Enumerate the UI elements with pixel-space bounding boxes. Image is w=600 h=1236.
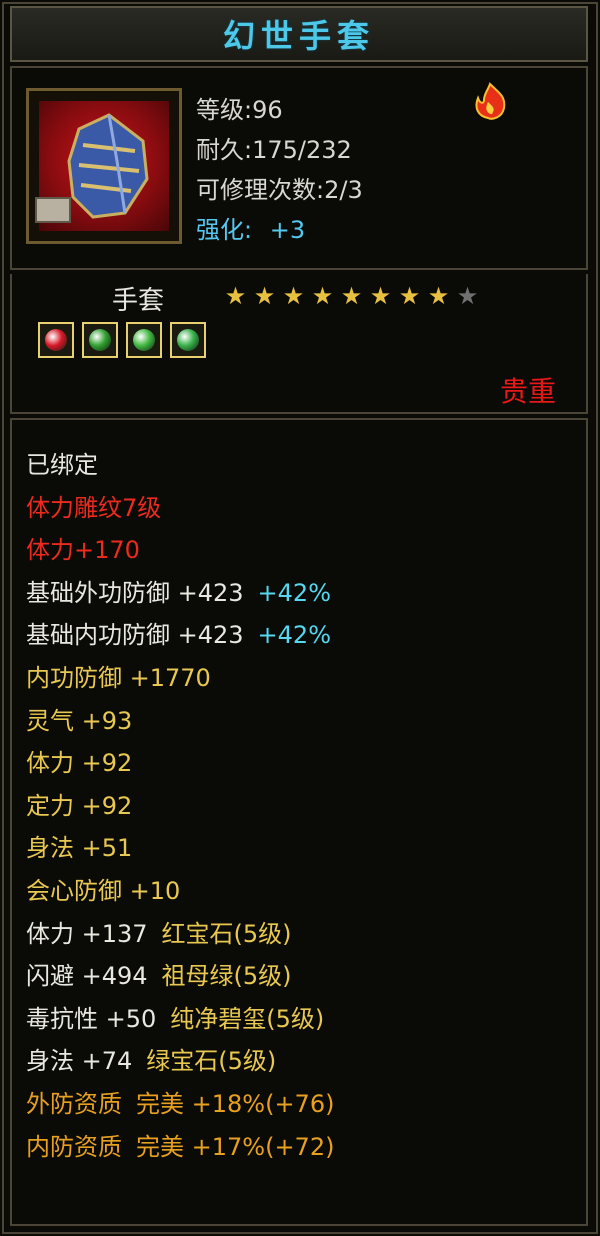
attribute-label: 体力 +137: [26, 920, 148, 948]
attribute-label: 已绑定: [26, 451, 98, 479]
gem-slot: [170, 322, 206, 358]
attribute-label: 外防资质: [26, 1090, 122, 1118]
attribute-label: 身法 +74: [26, 1047, 133, 1075]
flame-rank-icon: [470, 82, 510, 122]
item-repair-count: 可修理次数:2/3: [196, 176, 363, 204]
attribute-line: 基础外功防御 +423 +42%: [26, 578, 331, 608]
attribute-extra: +42%: [257, 621, 331, 649]
attribute-line: 内防资质 完美 +17%(+72): [26, 1132, 334, 1162]
strength-label: 强化:: [196, 216, 253, 244]
attribute-extra: 完美 +17%(+72): [136, 1133, 335, 1161]
jade-gem-icon: [177, 329, 199, 351]
attribute-extra: +42%: [257, 579, 331, 607]
item-name: 幻世手套: [222, 17, 375, 55]
title-bar: 幻世手套: [10, 6, 588, 62]
item-type: 手套: [112, 286, 165, 316]
attribute-label: 体力+170: [26, 536, 140, 564]
attribute-label: 体力雕纹7级: [26, 494, 162, 522]
attribute-label: 闪避 +494: [26, 962, 148, 990]
attribute-line: 身法 +51: [26, 833, 132, 863]
attribute-label: 内防资质: [26, 1133, 122, 1161]
attribute-line: 毒抗性 +50 纯净碧玺(5级): [26, 1004, 324, 1034]
attribute-line: 已绑定: [26, 450, 98, 480]
item-icon-frame: [26, 88, 182, 244]
attribute-line: 体力+170: [26, 535, 140, 565]
bound-lock-icon: [35, 197, 71, 223]
item-rarity: 贵重: [499, 375, 556, 408]
attribute-extra: 红宝石(5级): [161, 920, 292, 948]
attribute-line: 闪避 +494 祖母绿(5级): [26, 961, 292, 991]
attribute-line: 会心防御 +10: [26, 876, 180, 906]
ruby-gem-icon: [45, 329, 67, 351]
gem-slot: [82, 322, 118, 358]
strength-value: +3: [269, 216, 306, 244]
gauntlet-icon: [35, 101, 169, 231]
gem-slot: [126, 322, 162, 358]
item-summary: 手套 ★ ★ ★ ★ ★ ★ ★ ★ ★ 贵重: [10, 274, 588, 414]
attribute-line: 外防资质 完美 +18%(+76): [26, 1089, 334, 1119]
star-rating: ★ ★ ★ ★ ★ ★ ★ ★ ★: [222, 284, 481, 308]
attribute-label: 会心防御 +10: [26, 877, 181, 905]
attribute-label: 基础内功防御 +423: [26, 621, 244, 649]
star-lit-icon: ★: [369, 282, 392, 310]
attribute-list: 已绑定 体力雕纹7级 体力+170 基础外功防御 +423 +42% 基础内功防御 +42…: [10, 418, 588, 1226]
attribute-line: 体力雕纹7级: [26, 493, 161, 523]
star-lit-icon: ★: [253, 282, 276, 310]
item-strength: 强化: +3: [196, 210, 305, 245]
attribute-extra: 祖母绿(5级): [161, 962, 292, 990]
item-header: 等级:96 耐久:175/232 可修理次数:2/3 强化: +3: [10, 66, 588, 270]
attribute-label: 基础外功防御 +423: [26, 579, 244, 607]
attribute-line: 体力 +137 红宝石(5级): [26, 919, 292, 949]
attribute-extra: 完美 +18%(+76): [136, 1090, 335, 1118]
gem-slots: [38, 322, 206, 358]
star-lit-icon: ★: [340, 282, 363, 310]
attribute-line: 内功防御 +1770: [26, 663, 211, 693]
item-level: 等级:96: [196, 96, 283, 124]
star-lit-icon: ★: [311, 282, 334, 310]
star-empty-icon: ★: [456, 282, 479, 310]
item-durability: 耐久:175/232: [196, 136, 352, 164]
attribute-extra: 纯净碧玺(5级): [170, 1005, 325, 1033]
attribute-label: 体力 +92: [26, 749, 133, 777]
attribute-line: 体力 +92: [26, 748, 132, 778]
star-lit-icon: ★: [398, 282, 421, 310]
attribute-label: 身法 +51: [26, 834, 133, 862]
attribute-line: 基础内功防御 +423 +42%: [26, 620, 331, 650]
star-lit-icon: ★: [282, 282, 305, 310]
attribute-label: 内功防御 +1770: [26, 664, 211, 692]
attribute-label: 毒抗性 +50: [26, 1005, 157, 1033]
star-lit-icon: ★: [427, 282, 450, 310]
attribute-label: 定力 +92: [26, 792, 133, 820]
item-tooltip-panel: 幻世手套 等级:96 耐久:175/232 可修理次数:2/3 强化: +3 手…: [0, 0, 600, 1236]
attribute-line: 定力 +92: [26, 791, 132, 821]
attribute-line: 身法 +74 绿宝石(5级): [26, 1046, 276, 1076]
emerald-gem-icon: [89, 329, 111, 351]
gem-slot: [38, 322, 74, 358]
green-gem-icon: [133, 329, 155, 351]
attribute-label: 灵气 +93: [26, 707, 133, 735]
star-lit-icon: ★: [224, 282, 247, 310]
attribute-line: 灵气 +93: [26, 706, 132, 736]
attribute-extra: 绿宝石(5级): [146, 1047, 277, 1075]
